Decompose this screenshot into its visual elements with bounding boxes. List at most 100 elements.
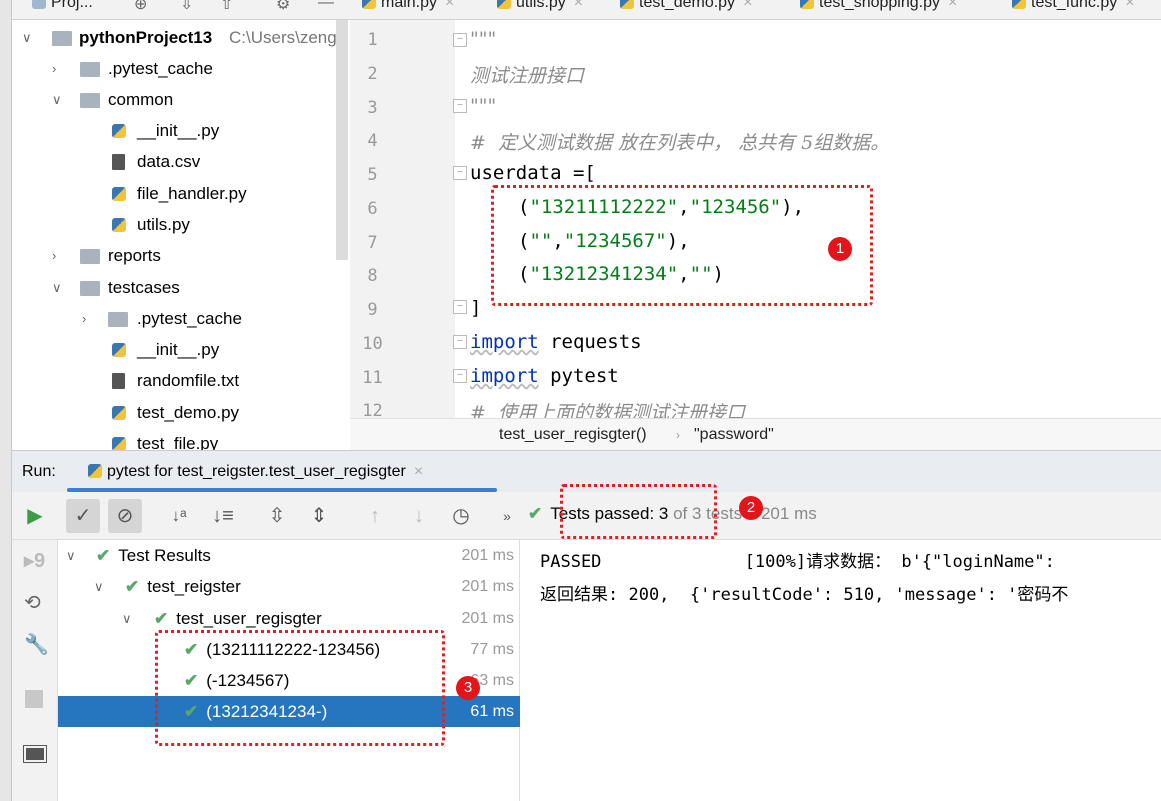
tree-item[interactable]: utils.py <box>12 209 342 240</box>
tree-item[interactable]: test_demo.py <box>12 397 342 428</box>
tree-row[interactable]: ∨ ✔ test_reigster 201 ms <box>58 571 520 602</box>
tree-item-label: reports <box>108 246 161 265</box>
tree-item[interactable]: ∨ common <box>12 84 342 115</box>
fold-icon[interactable]: − <box>453 33 467 47</box>
text-file-icon <box>112 373 125 389</box>
tree-item-root[interactable]: ∨ pythonProject13 C:\Users\zengy <box>12 22 345 53</box>
annotation-badge-2: 2 <box>739 496 763 520</box>
chevron-right-icon[interactable]: › <box>52 53 56 84</box>
chevron-down-icon[interactable]: ∨ <box>52 272 62 303</box>
chevron-down-icon[interactable]: ∨ <box>52 84 62 115</box>
tree-item[interactable]: randomfile.txt <box>12 365 342 396</box>
project-tool-button[interactable]: Proj... <box>32 0 93 12</box>
close-icon[interactable]: × <box>1125 0 1134 11</box>
tree-item-label: utils.py <box>137 215 190 234</box>
collapse-all-icon[interactable]: ⇧ <box>220 0 233 14</box>
file-tab[interactable]: test_shopping.py × <box>800 0 957 12</box>
close-icon[interactable]: × <box>948 0 957 11</box>
expand-all-icon[interactable]: ⇳ <box>260 499 294 533</box>
fold-icon[interactable]: − <box>453 300 467 314</box>
annotation-box-2 <box>560 484 717 539</box>
project-label: Proj... <box>51 0 93 11</box>
python-file-icon <box>1012 0 1026 9</box>
tree-item-label: .pytest_cache <box>137 309 242 328</box>
breadcrumb-item[interactable]: test_user_regisgter() <box>499 419 647 451</box>
tab-label: main.py <box>381 0 438 11</box>
collapse-all-icon[interactable]: ⇕ <box>302 499 336 533</box>
chevron-down-icon[interactable]: ∨ <box>66 540 76 571</box>
chevron-down-icon[interactable]: ∨ <box>94 571 104 602</box>
show-ignored-icon[interactable]: ⊘ <box>108 499 142 533</box>
chevron-down-icon[interactable]: ∨ <box>122 603 132 634</box>
previous-failed-icon[interactable]: ↑ <box>358 499 392 533</box>
tree-item-label: test_file.py <box>137 434 219 450</box>
tree-item[interactable]: file_handler.py <box>12 178 342 209</box>
tree-item[interactable]: test_file.py <box>12 428 342 450</box>
hide-icon[interactable]: — <box>318 0 334 12</box>
more-icon[interactable]: » <box>490 499 524 533</box>
folder-icon <box>80 62 100 77</box>
layout-icon[interactable] <box>23 745 47 763</box>
check-icon: ✔ <box>154 609 169 628</box>
locate-icon[interactable]: ⊕ <box>134 0 147 14</box>
close-icon[interactable]: × <box>414 463 423 480</box>
stop-icon[interactable] <box>25 690 43 708</box>
gear-icon[interactable]: ⚙ <box>276 0 290 14</box>
fold-icon[interactable]: − <box>453 99 467 113</box>
python-file-icon <box>112 124 126 138</box>
close-icon[interactable]: × <box>445 0 454 11</box>
duration: 201 ms <box>461 578 514 595</box>
code-line: """ <box>470 28 497 50</box>
expand-all-icon[interactable]: ⇩ <box>180 0 193 14</box>
chevron-down-icon[interactable]: ∨ <box>22 22 32 53</box>
code-line: # 使用上面的数据测试注册接口 <box>470 402 745 418</box>
line-number: 5 <box>367 165 378 185</box>
close-icon[interactable]: × <box>743 0 752 11</box>
close-icon[interactable]: × <box>574 0 583 11</box>
chevron-right-icon[interactable]: › <box>52 240 56 271</box>
folder-icon <box>108 312 128 327</box>
run-tab[interactable]: pytest for test_reigster.test_user_regis… <box>88 463 423 481</box>
show-passed-icon[interactable]: ✓ <box>66 499 100 533</box>
python-file-icon <box>112 187 126 201</box>
tree-item-label: .pytest_cache <box>108 59 213 78</box>
rerun-icon[interactable]: ▶ <box>18 499 52 533</box>
line-number: 3 <box>367 98 378 118</box>
breadcrumb-item[interactable]: "password" <box>694 419 774 451</box>
tree-item[interactable]: __init__.py <box>12 115 342 146</box>
top-tab-bar: Proj... ⊕ ⇩ ⇧ ⚙ — main.py × utils.py × tes… <box>12 0 1161 20</box>
console-output[interactable]: PASSED [100%]请求数据： b'{"loginName": 返回结果:… <box>522 540 1161 801</box>
fold-icon[interactable]: − <box>453 166 467 180</box>
tree-item[interactable]: › .pytest_cache <box>12 303 342 334</box>
file-tab[interactable]: test_func.py × <box>1012 0 1135 12</box>
tree-item[interactable]: data.csv <box>12 146 342 177</box>
run-side-toolbar: ▸9 ⟲ 🔧 <box>12 540 58 801</box>
scrollbar[interactable] <box>336 20 348 260</box>
tree-item[interactable]: __init__.py <box>12 334 342 365</box>
left-tool-strip <box>0 0 12 801</box>
step-over-icon[interactable]: ▸9 <box>24 548 45 573</box>
file-tab[interactable]: test_demo.py × <box>620 0 752 12</box>
next-failed-icon[interactable]: ↓ <box>402 499 436 533</box>
wrench-icon[interactable]: 🔧 <box>24 632 49 657</box>
duration: 61 ms <box>470 703 514 720</box>
breadcrumb: test_user_regisgter() › "password" <box>350 418 1161 450</box>
tree-item[interactable]: › reports <box>12 240 342 271</box>
toggle-auto-test-icon[interactable]: ⟲ <box>24 590 41 615</box>
file-tab[interactable]: main.py × <box>362 0 454 12</box>
sort-by-duration-icon[interactable]: ↓≡ <box>206 499 240 533</box>
fold-icon[interactable]: − <box>453 369 467 383</box>
sort-alphabetically-icon[interactable]: ↓ᵃ <box>162 499 196 533</box>
run-tab-label: pytest for test_reigster.test_user_regis… <box>107 463 406 480</box>
console-line: 返回结果: 200, {'resultCode': 510, 'message'… <box>540 585 1069 605</box>
tree-item[interactable]: › .pytest_cache <box>12 53 342 84</box>
tree-row[interactable]: ∨ ✔ Test Results 201 ms <box>58 540 520 571</box>
tree-item[interactable]: ∨ testcases <box>12 272 342 303</box>
file-tab[interactable]: utils.py × <box>497 0 583 12</box>
duration: 201 ms <box>461 610 514 627</box>
chevron-right-icon[interactable]: › <box>82 303 86 334</box>
folder-icon <box>52 31 72 46</box>
fold-icon[interactable]: − <box>453 335 467 349</box>
history-icon[interactable]: ◷ <box>444 499 478 533</box>
annotation-badge-1: 1 <box>828 237 852 261</box>
